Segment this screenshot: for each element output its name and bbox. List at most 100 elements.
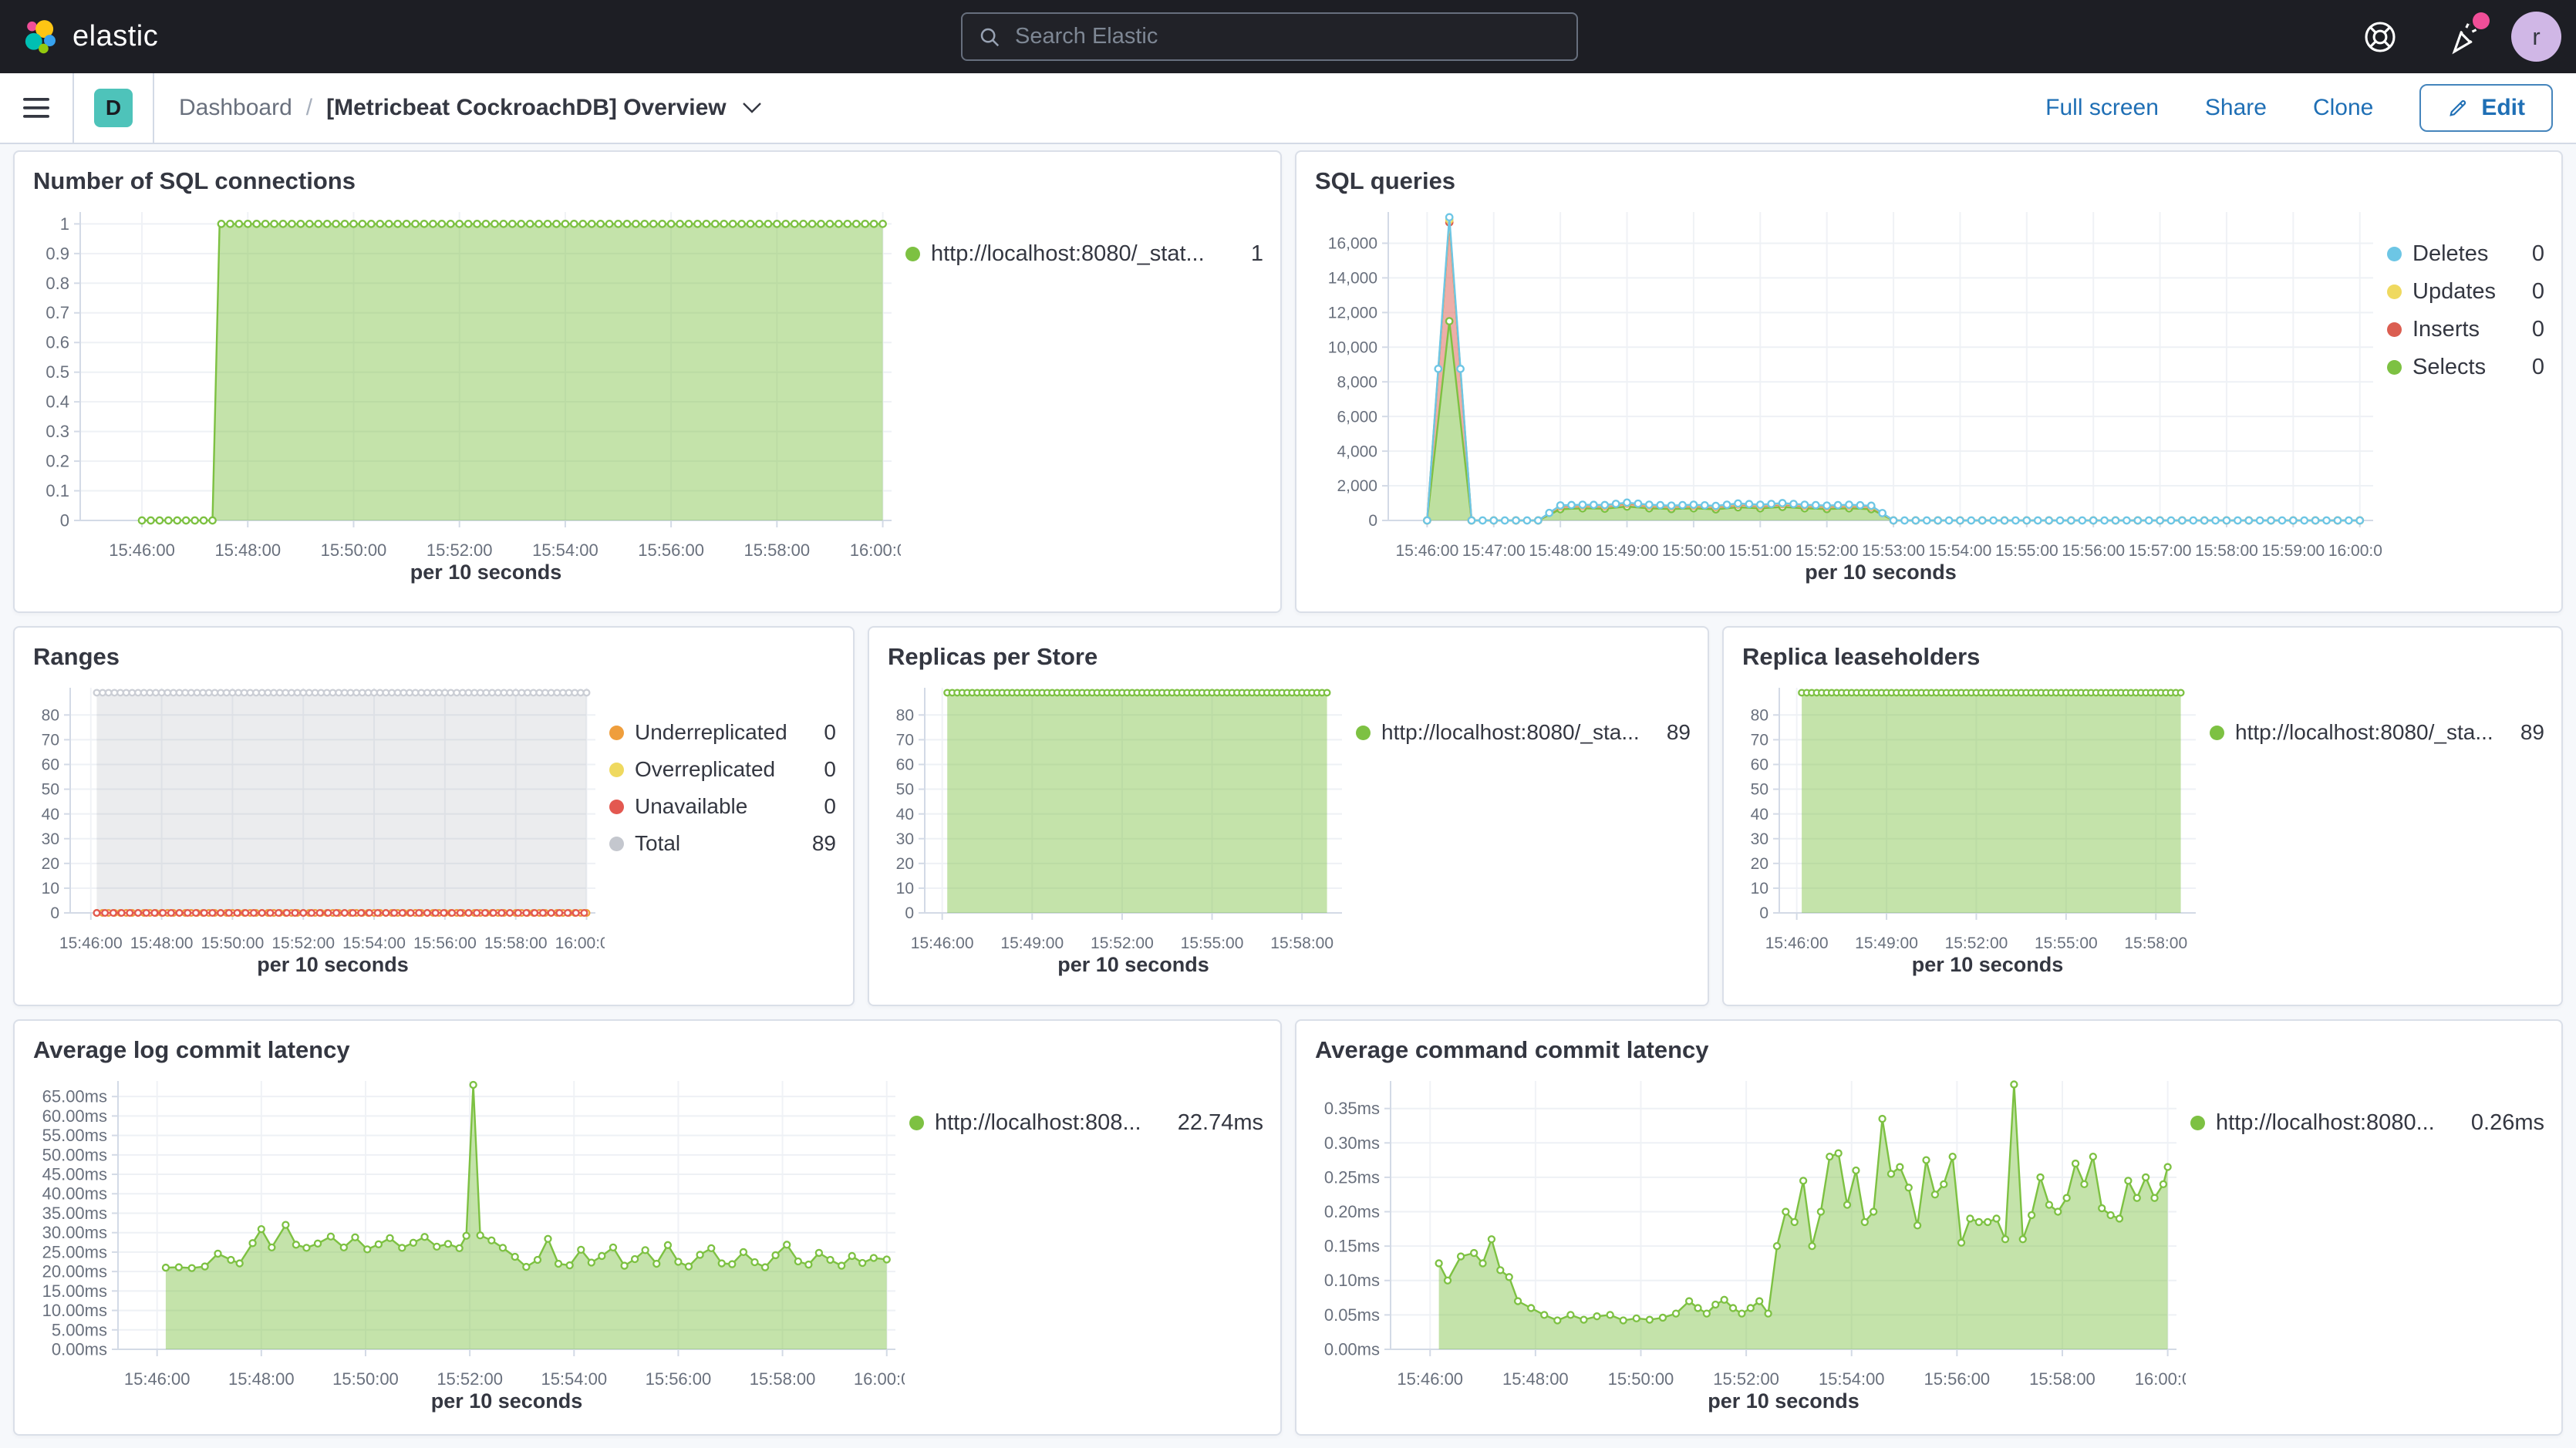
legend-value: 89: [1667, 720, 1691, 745]
svg-text:0.6: 0.6: [46, 333, 69, 352]
legend-label: http://localhost:808...: [935, 1110, 1158, 1136]
legend-item[interactable]: Unavailable0: [609, 794, 836, 819]
legend-item[interactable]: http://localhost:8080/_sta... 89: [1356, 720, 1691, 745]
svg-text:0: 0: [60, 510, 69, 530]
svg-text:15:46:00: 15:46:00: [124, 1369, 191, 1389]
legend-item[interactable]: http://localhost:8080...0.26ms: [2190, 1110, 2544, 1136]
legend-label: Deletes: [2412, 241, 2512, 267]
svg-text:70: 70: [1751, 732, 1768, 749]
breadcrumb-dashboard[interactable]: Dashboard: [179, 95, 292, 121]
panel-title: SQL queries: [1315, 167, 2544, 195]
logo-text: elastic: [72, 20, 158, 53]
app-header: elastic r: [0, 0, 2576, 73]
global-search[interactable]: [961, 12, 1578, 61]
svg-text:45.00ms: 45.00ms: [42, 1165, 107, 1184]
svg-text:6,000: 6,000: [1337, 408, 1377, 426]
svg-text:14,000: 14,000: [1328, 270, 1377, 288]
legend-label: Total: [635, 831, 792, 856]
user-avatar[interactable]: r: [2511, 12, 2561, 62]
full-screen-button[interactable]: Full screen: [2045, 95, 2159, 121]
svg-text:0.30ms: 0.30ms: [1324, 1133, 1380, 1153]
dashboard-title-menu[interactable]: [Metricbeat CockroachDB] Overview: [326, 95, 762, 121]
svg-text:0.5: 0.5: [46, 362, 69, 382]
legend-item[interactable]: Inserts0: [2387, 317, 2544, 342]
avatar-initial: r: [2532, 23, 2540, 51]
svg-text:8,000: 8,000: [1337, 373, 1377, 391]
svg-text:per 10 seconds: per 10 seconds: [1912, 953, 2064, 976]
svg-text:per 10 seconds: per 10 seconds: [410, 561, 562, 584]
svg-text:15:51:00: 15:51:00: [1728, 542, 1792, 560]
svg-text:0.20ms: 0.20ms: [1324, 1202, 1380, 1221]
svg-text:0: 0: [50, 904, 59, 922]
svg-text:55.00ms: 55.00ms: [42, 1126, 107, 1145]
hamburger-icon: [23, 97, 49, 119]
edit-button[interactable]: Edit: [2419, 84, 2553, 132]
svg-text:0.3: 0.3: [46, 422, 69, 441]
svg-text:15:58:00: 15:58:00: [750, 1369, 816, 1389]
legend-dot: [905, 247, 920, 261]
svg-text:15:50:00: 15:50:00: [332, 1369, 399, 1389]
svg-text:15:52:00: 15:52:00: [427, 540, 493, 560]
svg-text:0: 0: [1759, 904, 1768, 922]
chart-legend: Deletes0Updates0Inserts0Selects0: [2382, 201, 2544, 587]
legend-item[interactable]: Total89: [609, 831, 836, 856]
svg-text:50.00ms: 50.00ms: [42, 1145, 107, 1164]
legend-label: http://localhost:8080/_sta...: [1381, 720, 1647, 745]
help-button[interactable]: [2362, 19, 2399, 56]
legend-item[interactable]: Deletes0: [2387, 241, 2544, 267]
chart-legend: http://localhost:808...22.74ms: [905, 1070, 1263, 1416]
chart-avg-log-commit-latency[interactable]: 65.00ms60.00ms55.00ms50.00ms45.00ms40.00…: [32, 1070, 905, 1416]
svg-text:15:58:00: 15:58:00: [1270, 934, 1334, 952]
svg-text:15:56:00: 15:56:00: [638, 540, 704, 560]
svg-text:15:55:00: 15:55:00: [1995, 542, 2058, 560]
svg-text:16:00:00: 16:00:00: [850, 540, 901, 560]
svg-text:50: 50: [896, 781, 914, 799]
svg-text:15:54:00: 15:54:00: [1929, 542, 1992, 560]
svg-text:per 10 seconds: per 10 seconds: [1805, 561, 1957, 584]
chart-sql-queries[interactable]: 16,00014,00012,00010,0008,0006,0004,0002…: [1313, 201, 2382, 587]
chart-ranges[interactable]: 8070605040302010015:46:0015:48:0015:50:0…: [32, 677, 605, 979]
menu-button[interactable]: [23, 97, 49, 119]
svg-text:15:52:00: 15:52:00: [437, 1369, 503, 1389]
search-input[interactable]: [1013, 23, 1561, 50]
svg-text:20: 20: [1751, 855, 1768, 873]
svg-text:0.8: 0.8: [46, 274, 69, 293]
svg-text:15:50:00: 15:50:00: [1608, 1369, 1674, 1389]
chart-replicas-per-store[interactable]: 8070605040302010015:46:0015:49:0015:52:0…: [886, 677, 1351, 979]
chart-replica-leaseholders[interactable]: 8070605040302010015:46:0015:49:0015:52:0…: [1741, 677, 2205, 979]
legend-item[interactable]: Underreplicated0: [609, 720, 836, 745]
dashboard-toolbar: D Dashboard / [Metricbeat CockroachDB] O…: [0, 73, 2576, 144]
elastic-logo[interactable]: elastic: [23, 19, 158, 55]
notification-badge: [2473, 12, 2490, 29]
share-button[interactable]: Share: [2205, 95, 2267, 121]
legend-item[interactable]: Overreplicated 0: [609, 757, 836, 782]
svg-text:12,000: 12,000: [1328, 304, 1377, 322]
svg-text:0: 0: [1368, 512, 1377, 530]
svg-text:per 10 seconds: per 10 seconds: [431, 1389, 583, 1413]
svg-text:15:52:00: 15:52:00: [1091, 934, 1154, 952]
svg-text:0.10ms: 0.10ms: [1324, 1271, 1380, 1290]
svg-text:20.00ms: 20.00ms: [42, 1262, 107, 1281]
legend-item[interactable]: Updates0: [2387, 279, 2544, 305]
legend-item[interactable]: http://localhost:808...22.74ms: [909, 1110, 1263, 1136]
breadcrumb-separator: /: [306, 95, 312, 121]
svg-text:0.00ms: 0.00ms: [52, 1339, 107, 1359]
legend-item[interactable]: Selects0: [2387, 355, 2544, 380]
chart-avg-command-commit-latency[interactable]: 0.35ms0.30ms0.25ms0.20ms0.15ms0.10ms0.05…: [1313, 1070, 2186, 1416]
svg-text:0.05ms: 0.05ms: [1324, 1305, 1380, 1325]
space-badge[interactable]: D: [94, 89, 133, 127]
legend-value: 0: [2532, 317, 2544, 342]
legend-label: Overreplicated: [635, 757, 804, 782]
dashboard-grid: Number of SQL connections 10.90.80.70.60…: [0, 144, 2576, 1436]
legend-item[interactable]: http://localhost:8080/_sta...89: [2210, 720, 2544, 745]
news-button[interactable]: [2446, 19, 2483, 56]
clone-button[interactable]: Clone: [2313, 95, 2373, 121]
divider: [153, 72, 154, 143]
legend-item[interactable]: http://localhost:8080/_stat...1: [905, 241, 1263, 267]
svg-text:70: 70: [896, 732, 914, 749]
panel-title: Ranges: [33, 643, 836, 671]
legend-dot: [609, 726, 624, 740]
chart-sql-connections[interactable]: 10.90.80.70.60.50.40.30.20.1015:46:0015:…: [32, 201, 901, 587]
svg-text:per 10 seconds: per 10 seconds: [1708, 1389, 1860, 1413]
legend-value: 0: [824, 757, 836, 782]
